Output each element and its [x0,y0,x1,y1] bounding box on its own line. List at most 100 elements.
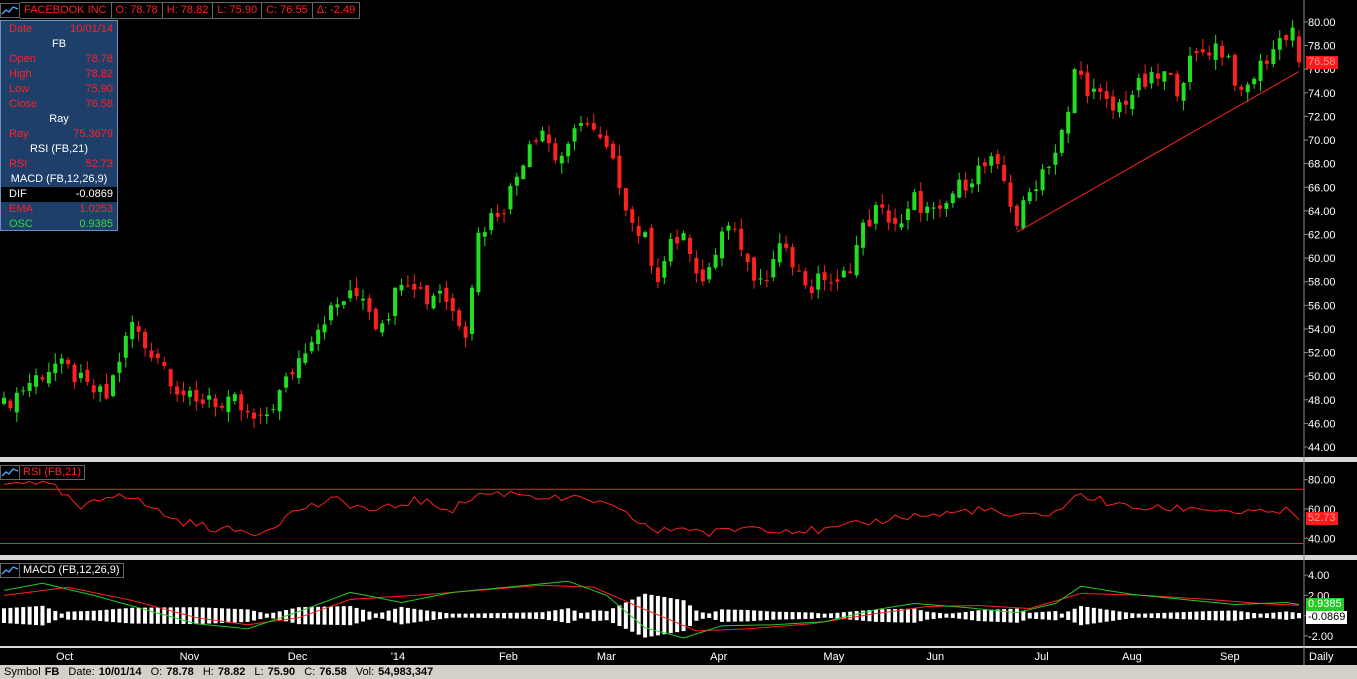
candle-body [1066,111,1071,134]
candle-body [425,285,430,305]
status-symbol-label: Symbol [4,666,41,678]
candle-body [232,394,237,402]
candle-body [59,358,64,364]
candle-body [668,238,673,262]
osc-bar [1245,612,1250,620]
osc-bar [175,607,180,624]
candle-body [732,228,737,230]
candle-body [21,390,26,392]
osc-bar [2,608,6,623]
candle-body [841,270,846,278]
x-tick-label: '14 [391,651,405,663]
candle-body [72,364,77,383]
osc-bar [925,611,930,620]
osc-bar [835,612,840,619]
osc-bar [591,610,596,622]
candle-body [739,228,744,250]
candle-body [399,284,404,291]
osc-bar [636,596,641,635]
osc-bar [1130,613,1135,619]
osc-bar [437,612,442,620]
candle-body [655,267,660,283]
candle-body [1091,88,1096,92]
candle-body [886,210,891,223]
candle-body [1059,129,1064,153]
candle-body [264,414,269,417]
candle-body [444,287,449,302]
candle-body [149,350,154,358]
osc-bar [1136,613,1141,618]
trend-ray [1016,71,1300,233]
osc-bar [1181,612,1186,620]
price-tick-label: 64.00 [1308,206,1336,218]
price-tick-label: 44.00 [1308,442,1336,454]
candle-body [1207,52,1212,56]
osc-bar [469,613,474,618]
price-tick-label: 70.00 [1308,135,1336,147]
status-date: 10/01/14 [98,666,142,678]
candle-body [758,278,763,280]
status-symbol: FB [44,666,60,678]
osc-bar [1155,613,1160,619]
info-close-row: Close 76.58 [9,98,113,110]
osc-bar [970,611,975,621]
osc-bar [489,613,494,619]
osc-bar [495,613,500,619]
status-vol-label: Vol: [355,666,375,678]
candle-body [252,412,257,419]
candle-body [995,154,1000,165]
osc-bar [643,593,648,638]
candle-body [431,295,436,309]
osc-bar [777,611,782,620]
candle-body [296,358,301,379]
osc-bar [790,612,795,620]
candle-body [591,123,596,130]
candle-body [611,143,616,159]
osc-bar [553,610,558,622]
candle-body [303,353,308,363]
candle-body [662,261,667,278]
osc-bar [34,606,39,626]
osc-bar [598,610,603,621]
info-osc-row: OSC 0.9385 [9,218,113,230]
candle-body [155,353,160,359]
rsi-chart-icon[interactable] [0,465,20,480]
candle-body [489,213,494,231]
candle-body [1008,182,1013,207]
candle-body [598,134,603,138]
osc-bar [200,607,205,624]
candle-body [78,372,83,379]
candle-body [1264,60,1269,64]
candle-body [899,223,904,228]
x-tick-label: Mar [597,651,616,663]
osc-bar [1239,611,1244,620]
macd-tick-label: -2.00 [1308,631,1333,643]
candle-body [341,301,346,305]
high-readout: H: 78.82 [162,2,214,19]
symbol-header: FACEBOOK INC O: 78.78 H: 78.82 L: 75.90 … [0,2,361,19]
osc-bar [739,609,744,622]
info-ema-row: EMA 1.0253 [9,203,113,215]
candle-body [110,375,115,397]
macd-chart-icon[interactable] [0,563,20,578]
osc-bar [803,612,808,619]
osc-bar [957,612,962,619]
candle-body [1245,84,1250,93]
osc-bar [745,609,750,622]
candle-body [1098,88,1103,92]
osc-bar [40,605,45,626]
rsi-panel-label: RSI (FB,21) [20,465,86,480]
candle-body [540,130,545,142]
candle-body [1181,83,1186,101]
osc-bar [1066,611,1071,620]
osc-bar [566,608,571,623]
osc-bar [1091,607,1096,624]
osc-bar [309,606,314,625]
candle-body [694,257,699,274]
candle-body [1297,36,1301,63]
candle-body [1232,54,1237,86]
candle-body [1034,189,1039,192]
chart-type-icon[interactable] [0,3,20,18]
rsi-value-flag: 52.73 [1306,512,1338,525]
osc-bar [117,608,122,623]
